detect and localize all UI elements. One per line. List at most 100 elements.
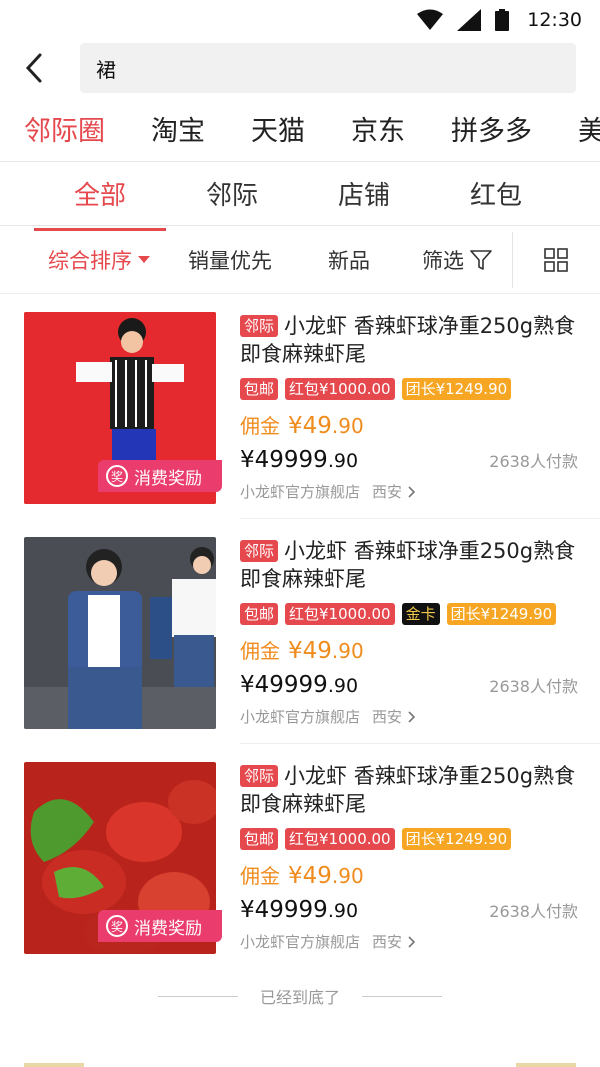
commission: 佣金 ¥49.90 [240, 410, 580, 439]
shop-city: 西安 [372, 483, 403, 501]
price-row: ¥49999.90 2638人付款 [240, 897, 580, 923]
badge-list: 包邮 红包¥1000.00 团长¥1249.90 [240, 828, 580, 850]
source-tag: 邻际 [240, 315, 279, 337]
product-title-text: 小龙虾 香辣虾球净重250g熟食即食麻辣虾尾 [240, 764, 576, 816]
product-info: 邻际 小龙虾 香辣虾球净重250g熟食即食麻辣虾尾 包邮 红包¥1000.00 团… [240, 762, 580, 952]
commission-label: 佣金 [240, 414, 280, 438]
product-image [24, 537, 216, 729]
sold-count: 2638人付款 [489, 902, 578, 921]
reward-icon: 奖 [106, 915, 128, 937]
price: ¥49999.90 [240, 672, 358, 698]
consumption-reward-badge: 奖 消费奖励 [98, 910, 222, 942]
platform-tabs: 邻际圈 淘宝 天猫 京东 拼多多 美 [0, 96, 600, 162]
shop-link[interactable]: 小龙虾官方旗舰店 西安 [240, 706, 580, 727]
commission-decimal: .90 [331, 864, 364, 888]
search-row: 裙 [0, 40, 600, 96]
search-input[interactable]: 裙 [80, 43, 576, 93]
sort-sales-label: 销量优先 [188, 248, 272, 273]
tab-mei[interactable]: 美 [578, 109, 600, 148]
badge-list: 包邮 红包¥1000.00 团长¥1249.90 [240, 378, 580, 400]
red-packet-badge: 红包¥1000.00 [285, 603, 395, 625]
red-packet-badge: 红包¥1000.00 [285, 378, 395, 400]
product-title: 邻际 小龙虾 香辣虾球净重250g熟食即食麻辣虾尾 [240, 312, 580, 368]
back-button[interactable] [24, 48, 60, 88]
shop-link[interactable]: 小龙虾官方旗舰店 西安 [240, 481, 580, 502]
product-title-text: 小龙虾 香辣虾球净重250g熟食即食麻辣虾尾 [240, 314, 576, 366]
type-tabs: 全部 邻际 店铺 红包 [0, 162, 600, 231]
sort-comprehensive[interactable]: 综合排序 [48, 245, 150, 275]
product-title-text: 小龙虾 香辣虾球净重250g熟食即食麻辣虾尾 [240, 539, 576, 591]
shop-name: 小龙虾官方旗舰店 [240, 933, 361, 951]
price: ¥49999.90 [240, 897, 358, 923]
reward-icon: 奖 [106, 465, 128, 487]
chevron-right-icon [408, 935, 416, 948]
end-of-list: 已经到底了 [0, 984, 600, 1008]
free-shipping-badge: 包邮 [240, 603, 279, 625]
commission-label: 佣金 [240, 864, 280, 888]
sort-sales[interactable]: 销量优先 [188, 245, 272, 275]
tab-tmall[interactable]: 天猫 [251, 109, 305, 148]
leader-badge: 团长¥1249.90 [446, 603, 557, 625]
product-info: 邻际 小龙虾 香辣虾球净重250g熟食即食麻辣虾尾 包邮 红包¥1000.00 团… [240, 312, 580, 502]
status-time: 12:30 [527, 9, 582, 31]
filter-icon [470, 249, 492, 270]
product-title: 邻际 小龙虾 香辣虾球净重250g熟食即食麻辣虾尾 [240, 762, 580, 818]
shop-city: 西安 [372, 933, 403, 951]
commission: 佣金 ¥49.90 [240, 860, 580, 889]
tab-taobao[interactable]: 淘宝 [151, 109, 205, 148]
source-tag: 邻际 [240, 765, 279, 787]
back-arrow-icon [25, 53, 42, 83]
end-line-left [157, 995, 238, 997]
product-card[interactable]: 奖 消费奖励 邻际 小龙虾 香辣虾球净重250g熟食即食麻辣虾尾 包邮 红包¥10… [0, 744, 600, 969]
grid-view-button[interactable] [544, 248, 568, 276]
free-shipping-badge: 包邮 [240, 378, 279, 400]
tab-jd[interactable]: 京东 [351, 109, 405, 148]
commission-amount: ¥49 [288, 413, 332, 439]
search-query: 裙 [96, 57, 116, 82]
tab-all[interactable]: 全部 [34, 175, 166, 231]
commission-decimal: .90 [331, 414, 364, 438]
chevron-right-icon [408, 485, 416, 498]
product-title: 邻际 小龙虾 香辣虾球净重250g熟食即食麻辣虾尾 [240, 537, 580, 593]
signal-icon [457, 9, 482, 31]
price-row: ¥49999.90 2638人付款 [240, 672, 580, 698]
tab-linji[interactable]: 邻际 [166, 175, 298, 212]
tab-linji-circle[interactable]: 邻际圈 [24, 109, 105, 148]
next-item-peek [24, 1063, 576, 1067]
shop-name: 小龙虾官方旗舰店 [240, 708, 361, 726]
tab-red-packet[interactable]: 红包 [430, 175, 562, 212]
tab-shop[interactable]: 店铺 [298, 175, 430, 212]
commission-amount: ¥49 [288, 863, 332, 889]
price-decimal: .90 [327, 900, 359, 922]
end-line-right [362, 995, 442, 997]
product-card[interactable]: 奖 消费奖励 邻际 小龙虾 香辣虾球净重250g熟食即食麻辣虾尾 包邮 红包¥10… [0, 294, 600, 519]
free-shipping-badge: 包邮 [240, 828, 279, 850]
sort-new[interactable]: 新品 [328, 245, 370, 275]
reward-label: 消费奖励 [134, 468, 202, 489]
grid-view-icon [544, 248, 568, 272]
price-row: ¥49999.90 2638人付款 [240, 447, 580, 473]
price-int: ¥49999 [240, 897, 328, 923]
filter-button[interactable]: 筛选 [422, 245, 492, 275]
price-decimal: .90 [327, 450, 359, 472]
shop-link[interactable]: 小龙虾官方旗舰店 西安 [240, 931, 580, 952]
end-text: 已经到底了 [259, 988, 340, 1007]
source-tag: 邻际 [240, 540, 279, 562]
shop-city: 西安 [372, 708, 403, 726]
status-bar: 12:30 [0, 0, 600, 40]
consumption-reward-badge: 奖 消费奖励 [98, 460, 222, 492]
commission-decimal: .90 [331, 639, 364, 663]
sold-count: 2638人付款 [489, 452, 578, 471]
sold-count: 2638人付款 [489, 677, 578, 696]
reward-label: 消费奖励 [134, 918, 202, 939]
product-card[interactable]: 邻际 小龙虾 香辣虾球净重250g熟食即食麻辣虾尾 包邮 红包¥1000.00 金… [0, 519, 600, 744]
sort-divider [512, 232, 513, 288]
filter-label: 筛选 [422, 248, 464, 273]
price-int: ¥49999 [240, 447, 328, 473]
red-packet-badge: 红包¥1000.00 [285, 828, 395, 850]
tab-pinduoduo[interactable]: 拼多多 [451, 109, 532, 148]
leader-badge: 团长¥1249.90 [401, 828, 512, 850]
caret-down-icon [138, 255, 150, 263]
sort-bar: 综合排序 销量优先 新品 筛选 [0, 226, 600, 294]
sort-new-label: 新品 [328, 248, 370, 273]
